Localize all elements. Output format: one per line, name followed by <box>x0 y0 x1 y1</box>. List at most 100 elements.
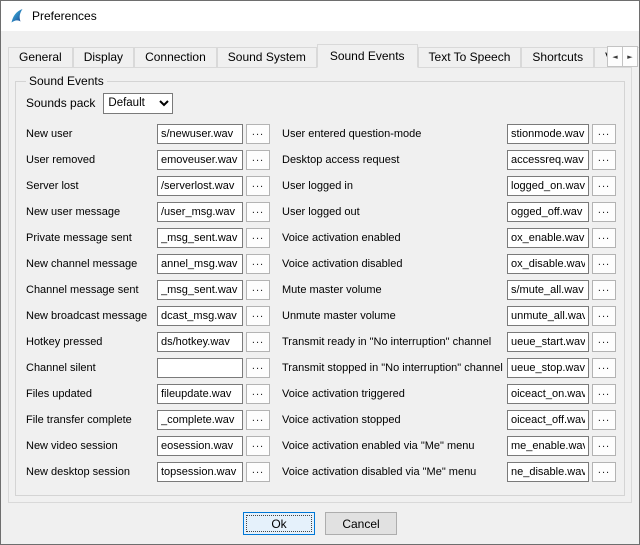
sound-event-label: Voice activation enabled via "Me" menu <box>282 440 507 452</box>
tab-connection[interactable]: Connection <box>134 47 217 67</box>
sound-file-input[interactable] <box>157 358 243 378</box>
sound-file-input[interactable] <box>507 436 589 456</box>
sound-file-input[interactable] <box>157 228 243 248</box>
sound-event-label: Voice activation disabled <box>282 258 507 270</box>
sound-event-row: User logged out ... <box>282 199 616 225</box>
sound-file-input[interactable] <box>507 410 589 430</box>
browse-button[interactable]: ... <box>592 254 616 274</box>
tab-sound-system[interactable]: Sound System <box>217 47 317 67</box>
browse-button[interactable]: ... <box>246 410 270 430</box>
sound-file-input[interactable] <box>507 124 589 144</box>
browse-button[interactable]: ... <box>592 384 616 404</box>
sound-event-row: User entered question-mode ... <box>282 121 616 147</box>
browse-button[interactable]: ... <box>246 332 270 352</box>
browse-button[interactable]: ... <box>246 176 270 196</box>
sound-file-input[interactable] <box>507 228 589 248</box>
sound-file-input[interactable] <box>507 332 589 352</box>
browse-button[interactable]: ... <box>592 176 616 196</box>
browse-button[interactable]: ... <box>592 462 616 482</box>
browse-button[interactable]: ... <box>592 332 616 352</box>
sound-event-row: Mute master volume ... <box>282 277 616 303</box>
sound-event-label: New desktop session <box>26 466 157 478</box>
browse-button[interactable]: ... <box>592 228 616 248</box>
sound-event-label: Unmute master volume <box>282 310 507 322</box>
browse-button[interactable]: ... <box>246 306 270 326</box>
sound-event-label: Voice activation stopped <box>282 414 507 426</box>
browse-button[interactable]: ... <box>592 410 616 430</box>
sound-file-input[interactable] <box>157 410 243 430</box>
sound-file-input[interactable] <box>507 358 589 378</box>
sound-file-input[interactable] <box>507 202 589 222</box>
browse-button[interactable]: ... <box>246 462 270 482</box>
sound-event-row: New channel message ... <box>26 251 270 277</box>
cancel-button[interactable]: Cancel <box>325 512 397 535</box>
browse-button[interactable]: ... <box>246 384 270 404</box>
sound-event-label: Transmit stopped in "No interruption" ch… <box>282 362 507 374</box>
browse-button[interactable]: ... <box>246 436 270 456</box>
browse-button[interactable]: ... <box>246 358 270 378</box>
browse-button[interactable]: ... <box>246 228 270 248</box>
sound-file-input[interactable] <box>157 436 243 456</box>
tab-display[interactable]: Display <box>73 47 134 67</box>
sound-file-input[interactable] <box>157 306 243 326</box>
browse-button[interactable]: ... <box>246 124 270 144</box>
sound-events-column-left: New user ... User removed ... Server los… <box>26 121 270 485</box>
sound-file-input[interactable] <box>157 280 243 300</box>
sound-event-label: New video session <box>26 440 157 452</box>
browse-button[interactable]: ... <box>592 202 616 222</box>
browse-button[interactable]: ... <box>592 124 616 144</box>
groupbox-title: Sound Events <box>26 74 107 88</box>
tab-scroll-right-icon[interactable]: ► <box>622 46 638 67</box>
sound-event-row: Files updated ... <box>26 381 270 407</box>
sound-file-input[interactable] <box>157 462 243 482</box>
browse-button[interactable]: ... <box>592 436 616 456</box>
browse-button[interactable]: ... <box>592 306 616 326</box>
sound-file-input[interactable] <box>157 202 243 222</box>
sound-event-row: Voice activation enabled ... <box>282 225 616 251</box>
sound-file-input[interactable] <box>157 384 243 404</box>
sound-event-label: User removed <box>26 154 157 166</box>
sound-file-input[interactable] <box>507 254 589 274</box>
sound-event-label: Server lost <box>26 180 157 192</box>
sound-event-row: Channel silent ... <box>26 355 270 381</box>
sound-event-label: Private message sent <box>26 232 157 244</box>
browse-button[interactable]: ... <box>592 150 616 170</box>
tab-sound-events[interactable]: Sound Events <box>317 44 418 68</box>
sound-event-row: New user message ... <box>26 199 270 225</box>
ok-button[interactable]: Ok <box>243 512 315 535</box>
sound-event-row: Voice activation disabled via "Me" menu … <box>282 459 616 485</box>
tab-shortcuts[interactable]: Shortcuts <box>521 47 594 67</box>
sound-event-label: Channel silent <box>26 362 157 374</box>
sounds-pack-select[interactable]: Default <box>103 93 173 114</box>
sound-event-label: User entered question-mode <box>282 128 507 140</box>
tab-scroll-left-icon[interactable]: ◄ <box>607 46 623 67</box>
browse-button[interactable]: ... <box>246 280 270 300</box>
sound-file-input[interactable] <box>507 462 589 482</box>
sound-file-input[interactable] <box>507 176 589 196</box>
sound-events-column-right: User entered question-mode ... Desktop a… <box>282 121 616 485</box>
browse-button[interactable]: ... <box>246 202 270 222</box>
sound-event-row: User removed ... <box>26 147 270 173</box>
tab-general[interactable]: General <box>8 47 73 67</box>
sound-event-label: Channel message sent <box>26 284 157 296</box>
sound-file-input[interactable] <box>507 384 589 404</box>
dialog-body: General Display Connection Sound System … <box>1 31 639 503</box>
titlebar[interactable]: Preferences <box>1 1 639 31</box>
sound-event-label: New user message <box>26 206 157 218</box>
sound-file-input[interactable] <box>157 254 243 274</box>
preferences-dialog: Preferences General Display Connection S… <box>0 0 640 545</box>
sound-file-input[interactable] <box>157 124 243 144</box>
browse-button[interactable]: ... <box>246 150 270 170</box>
sound-file-input[interactable] <box>157 176 243 196</box>
sound-file-input[interactable] <box>157 332 243 352</box>
sound-file-input[interactable] <box>157 150 243 170</box>
sound-file-input[interactable] <box>507 150 589 170</box>
tab-text-to-speech[interactable]: Text To Speech <box>418 47 522 67</box>
sound-events-groupbox: Sound Events Sounds pack Default New use… <box>15 74 625 496</box>
browse-button[interactable]: ... <box>246 254 270 274</box>
sound-file-input[interactable] <box>507 306 589 326</box>
browse-button[interactable]: ... <box>592 358 616 378</box>
sound-file-input[interactable] <box>507 280 589 300</box>
browse-button[interactable]: ... <box>592 280 616 300</box>
sound-event-label: Transmit ready in "No interruption" chan… <box>282 336 507 348</box>
